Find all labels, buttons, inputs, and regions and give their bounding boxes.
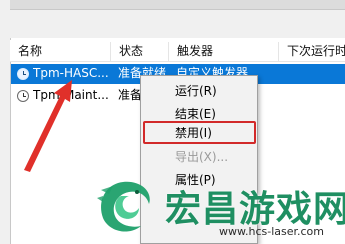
task-scheduler-screenshot: 名称 状态 触发器 下次运行时 Tpm-HASC... 准备就绪 自定义触发器 … (0, 0, 345, 244)
dragon-logo-icon (97, 181, 150, 232)
watermark: 宏昌游戏网 www.hcs-laser.com (93, 172, 345, 244)
watermark-url: www.hcs-laser.com (219, 225, 324, 238)
